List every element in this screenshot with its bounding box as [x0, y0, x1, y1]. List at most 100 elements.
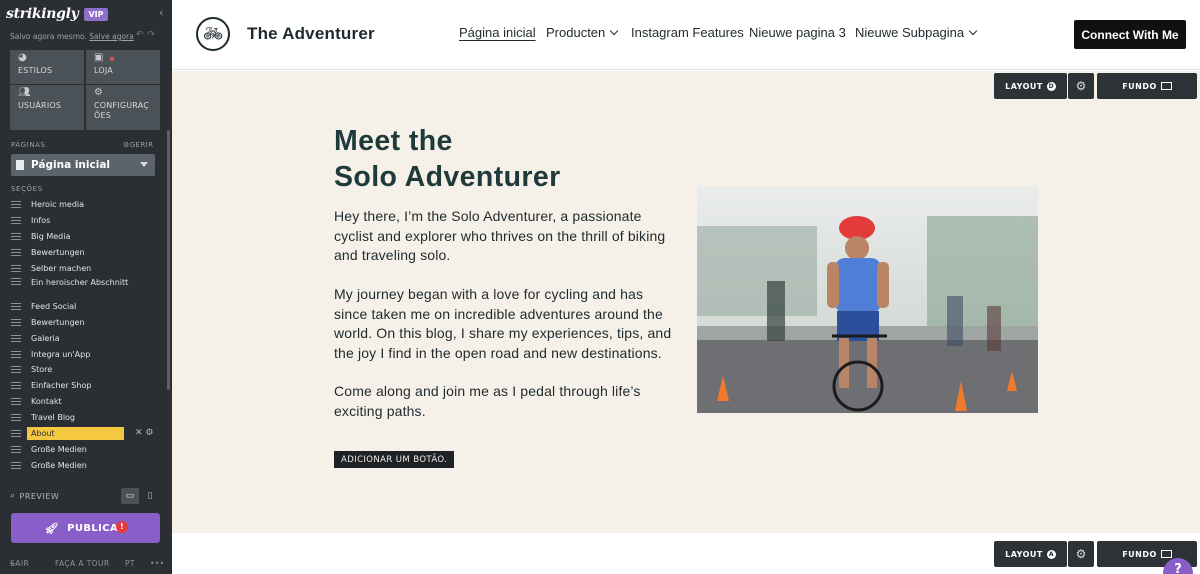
nav-store-label: LOJA — [94, 66, 113, 75]
list-item[interactable]: Kontakt — [11, 394, 161, 410]
add-button[interactable]: ADICIONAR UM BOTÃO. — [334, 451, 455, 468]
drag-handle-icon[interactable] — [11, 217, 21, 225]
section-tools: LAYOUT D ⚙ FUNDO — [994, 73, 1197, 99]
gear-icon: ⚙ — [1075, 79, 1087, 93]
nav-styles-label: ESTILOS — [18, 66, 53, 75]
list-item[interactable]: Big Media — [11, 229, 161, 245]
save-now-link[interactable]: Salve agora — [89, 32, 134, 41]
list-item[interactable]: Große Medien — [11, 457, 161, 473]
preview-toggle[interactable]: ⌕ PREVIEW — [10, 491, 59, 501]
manage-pages-button[interactable]: ⚙GERIR — [123, 141, 153, 149]
page-icon — [16, 160, 24, 170]
connect-button[interactable]: Connect With Me — [1074, 20, 1186, 49]
list-item-active[interactable]: About ✕ ⚙ — [11, 426, 161, 442]
nav-settings[interactable]: ⚙ CONFIGURAÇ ÕES — [86, 85, 160, 130]
users-icon: 👥︎ — [18, 87, 31, 98]
vip-badge: VIP — [84, 7, 108, 21]
list-item[interactable]: Galeria — [11, 330, 161, 346]
list-item[interactable]: Bewertungen — [11, 314, 161, 330]
sidebar-scrollbar[interactable] — [167, 130, 170, 390]
drag-handle-icon[interactable] — [11, 461, 21, 469]
preview-label: PREVIEW — [19, 491, 60, 501]
list-item[interactable]: Große Medien — [11, 441, 161, 457]
gear-icon: ⚙ — [123, 141, 130, 149]
list-item[interactable]: Ein heroischer Abschnitt — [11, 276, 161, 298]
chevron-down-icon — [140, 162, 148, 167]
drag-handle-icon[interactable] — [11, 366, 21, 374]
drag-handle-icon[interactable] — [11, 398, 21, 406]
nav-settings-label: CONFIGURAÇ ÕES — [94, 101, 150, 120]
chevron-down-icon — [968, 26, 978, 36]
paragraph: Hey there, I’m the Solo Adventurer, a pa… — [334, 208, 666, 263]
nav-producten[interactable]: Producten — [546, 25, 619, 40]
nav-store[interactable]: ▣ LOJA — [86, 50, 160, 84]
more-menu-icon[interactable]: ••• — [150, 559, 164, 568]
redo-icon[interactable]: ↷ — [148, 30, 160, 40]
sections-label: SEÇÕES — [11, 185, 43, 193]
nav-users[interactable]: 👥︎ USUÁRIOS — [10, 85, 84, 130]
publish-button[interactable]: 🚀︎ PUBLICAR ! — [11, 513, 160, 543]
image-icon — [1160, 550, 1172, 558]
current-page: Página inicial — [31, 159, 111, 171]
pages-label: PÁGINAS — [11, 141, 46, 149]
bag-icon: ▣ — [94, 52, 104, 63]
drag-handle-icon[interactable] — [11, 430, 21, 438]
collapse-sidebar-icon[interactable]: ‹ — [159, 7, 169, 19]
list-item[interactable]: Integra un'App — [11, 346, 161, 362]
paragraph: My journey began with a love for cycling… — [334, 286, 672, 361]
list-item[interactable]: Heroic media — [11, 197, 161, 213]
desktop-view-button[interactable]: ▭ — [121, 488, 139, 504]
drag-handle-icon[interactable] — [11, 445, 21, 453]
save-status: Salvo agora mesmo. Salve agora — [10, 32, 134, 41]
section-list: Heroic media Infos Big Media Bewertungen… — [11, 197, 161, 473]
drag-handle-icon[interactable] — [11, 350, 21, 358]
drag-handle-icon[interactable] — [11, 201, 21, 209]
section-settings-button[interactable]: ⚙ — [1068, 541, 1094, 567]
drag-handle-icon[interactable] — [11, 302, 21, 310]
rocket-icon: 🚀︎ — [44, 521, 60, 535]
drag-handle-icon[interactable] — [11, 278, 21, 286]
nav-page-3[interactable]: Nieuwe pagina 3 — [749, 25, 846, 40]
about-section: LAYOUT D ⚙ FUNDO Meet the Solo Adventurer… — [172, 71, 1200, 533]
layout-badge: A — [1046, 549, 1056, 559]
bicycle-logo-icon[interactable]: 🚲︎ — [196, 17, 230, 51]
list-item[interactable]: Infos — [11, 213, 161, 229]
language-link[interactable]: PT — [125, 559, 135, 568]
strikingly-logo: strikingly — [6, 6, 79, 22]
nav-subpagina[interactable]: Nieuwe Subpagina — [855, 25, 978, 40]
list-item[interactable]: Einfacher Shop — [11, 378, 161, 394]
delete-icon[interactable]: ✕ — [135, 428, 143, 438]
site-header: 🚲︎ The Adventurer Página inicial Product… — [172, 0, 1200, 70]
layout-button[interactable]: LAYOUT A — [994, 541, 1067, 567]
tour-link[interactable]: FAÇA A TOUR — [55, 559, 109, 568]
gear-icon[interactable]: ⚙ — [145, 428, 153, 438]
undo-icon[interactable]: ↶ — [136, 30, 148, 40]
drag-handle-icon[interactable] — [11, 382, 21, 390]
nav-home[interactable]: Página inicial — [459, 25, 536, 40]
layout-button[interactable]: LAYOUT D — [994, 73, 1067, 99]
list-item[interactable]: Feed Social — [11, 298, 161, 314]
drag-handle-icon[interactable] — [11, 318, 21, 326]
site-name[interactable]: The Adventurer — [247, 24, 375, 44]
cyclist-photo[interactable] — [697, 186, 1038, 413]
drag-handle-icon[interactable] — [11, 265, 21, 272]
list-item[interactable]: Bewertungen — [11, 245, 161, 261]
list-item[interactable]: Travel Blog — [11, 410, 161, 426]
background-button[interactable]: FUNDO — [1097, 73, 1197, 99]
list-item[interactable]: Selber machen — [11, 261, 161, 277]
next-section: LAYOUT A ⚙ FUNDO — [172, 533, 1200, 574]
mobile-icon: ▯ — [147, 491, 153, 501]
page-select[interactable]: Página inicial — [11, 154, 155, 176]
drag-handle-icon[interactable] — [11, 233, 21, 241]
drag-handle-icon[interactable] — [11, 414, 21, 422]
list-item[interactable]: Store — [11, 362, 161, 378]
drag-handle-icon[interactable] — [11, 249, 21, 257]
drag-handle-icon[interactable] — [11, 334, 21, 342]
nav-styles[interactable]: ◕ ESTILOS — [10, 50, 84, 84]
section-settings-button[interactable]: ⚙ — [1068, 73, 1094, 99]
search-icon: ⌕ — [10, 491, 16, 501]
store-notification-dot — [110, 57, 114, 61]
editor-nav: ◕ ESTILOS ▣ LOJA 👥︎ USUÁRIOS ⚙ CONFIGURA… — [10, 50, 160, 130]
nav-instagram-features[interactable]: Instagram Features — [631, 25, 744, 40]
mobile-view-button[interactable]: ▯ — [141, 488, 159, 504]
